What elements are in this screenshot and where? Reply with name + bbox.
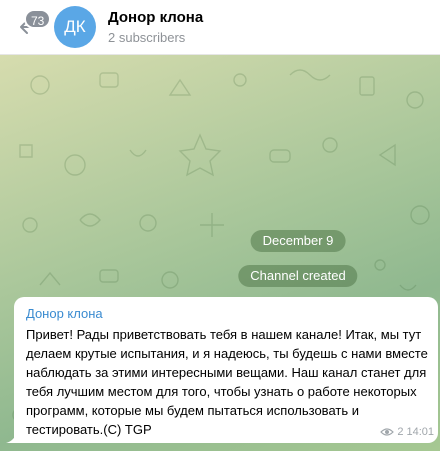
subscriber-count: 2 subscribers bbox=[108, 30, 186, 45]
view-count: 2 bbox=[397, 426, 404, 438]
service-message: Channel created bbox=[238, 265, 358, 287]
chat-area[interactable]: December 9 Channel created Донор клона П… bbox=[0, 55, 440, 451]
avatar[interactable]: ДК bbox=[54, 6, 96, 48]
message-text: Привет! Рады приветствовать тебя в нашем… bbox=[26, 327, 428, 437]
date-divider: December 9 bbox=[250, 230, 346, 252]
back-button[interactable]: 73 bbox=[6, 5, 52, 49]
chat-title-block[interactable]: Донор клона 2 subscribers bbox=[108, 8, 203, 46]
message-time: 14:01 bbox=[406, 426, 434, 438]
message-sender[interactable]: Донор клона bbox=[26, 305, 430, 322]
channel-name: Донор клона bbox=[108, 9, 204, 26]
message-bubble[interactable]: Донор клона Привет! Рады приветствовать … bbox=[14, 297, 438, 443]
telegram-window: 73 ДК Донор клона 2 subscribers December… bbox=[0, 0, 440, 451]
chat-header: 73 ДК Донор клона 2 subscribers bbox=[0, 0, 440, 55]
eye-icon bbox=[380, 428, 395, 436]
unread-badge: 73 bbox=[24, 9, 52, 29]
message-meta: 2 14:01 bbox=[380, 426, 434, 438]
